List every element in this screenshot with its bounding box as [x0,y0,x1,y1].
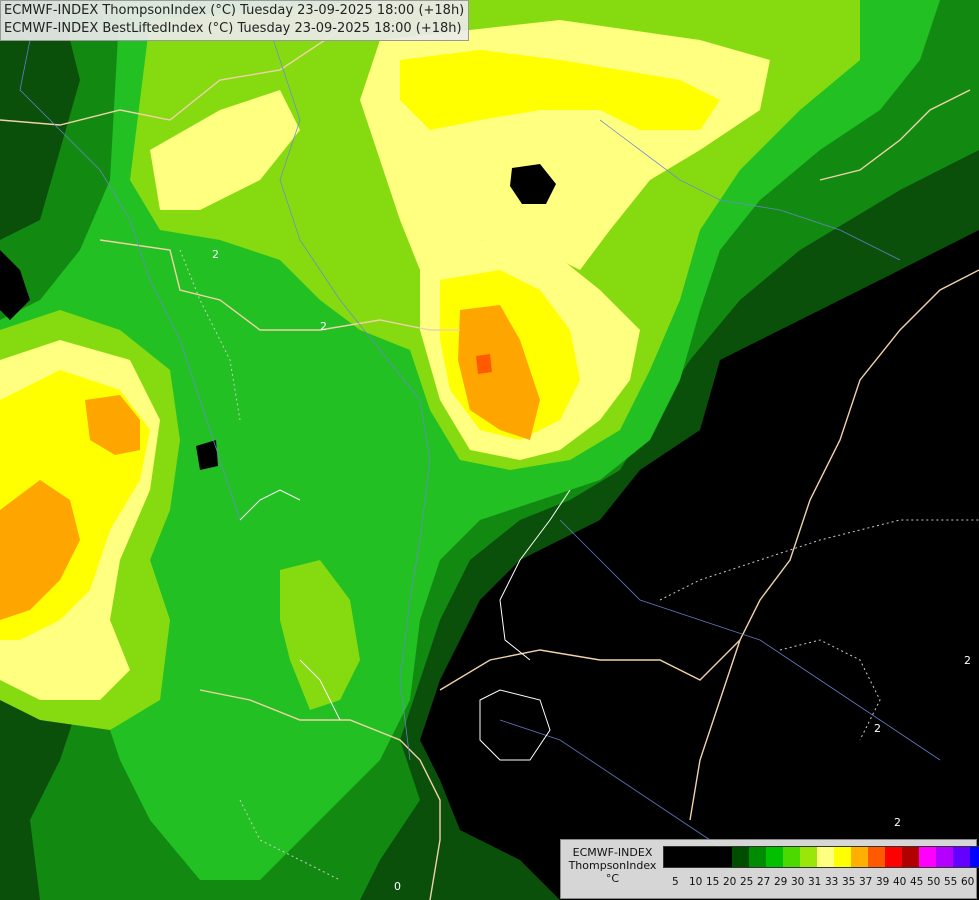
legend-tick: 5 [672,876,679,888]
contour-label: 2 [212,248,219,261]
contour-label: 2 [964,654,971,667]
legend-tick: 50 [927,876,941,888]
legend-tick: 25 [740,876,754,888]
legend-tick: 35 [842,876,856,888]
legend-tick: 37 [859,876,873,888]
legend-swatch [800,847,817,867]
legend-model: ECMWF-INDEX [572,846,653,859]
contour-label: 2 [320,320,327,333]
legend-tick: 40 [893,876,907,888]
legend-tick: 27 [757,876,771,888]
legend-tick: 31 [808,876,822,888]
legend-tick: 30 [791,876,805,888]
legend-swatch [936,847,953,867]
legend-parameter: ThompsonIndex [568,859,657,872]
legend-swatch [834,847,851,867]
legend-unit: °C [605,872,620,885]
legend-swatch [749,847,766,867]
legend-swatch [732,847,749,867]
legend-swatch [681,847,698,867]
legend-tick: 20 [723,876,737,888]
legend-tick: 29 [774,876,788,888]
legend-tick: 15 [706,876,720,888]
legend-tick: 60 [961,876,975,888]
legend-tick: 55 [944,876,958,888]
legend-swatch [919,847,936,867]
legend-swatch [715,847,732,867]
legend-tick: 33 [825,876,839,888]
thompson-index-map: 2 2 2 2 0 2 [0,0,979,900]
legend-tick: 45 [910,876,924,888]
legend-tick: 10 [689,876,703,888]
legend-swatch [970,847,979,867]
legend-swatch [902,847,919,867]
color-legend: ECMWF-INDEX ThompsonIndex °C 5 10 15 20 25 27… [560,839,979,899]
legend-tick: 39 [876,876,890,888]
legend-swatch [664,847,681,867]
legend-swatch [851,847,868,867]
red-orange-band [476,354,492,374]
legend-swatch [885,847,902,867]
legend-swatch [698,847,715,867]
header-line-thompson: ECMWF-INDEX ThompsonIndex (°C) Tuesday 2… [4,3,465,18]
legend-color-bar [663,846,979,868]
legend-swatch [783,847,800,867]
contour-label: 0 [394,880,401,893]
map-header: ECMWF-INDEX ThompsonIndex (°C) Tuesday 2… [0,0,470,41]
legend-swatch [766,847,783,867]
contour-label: 2 [894,816,901,829]
legend-swatch [953,847,970,867]
legend-swatch [817,847,834,867]
legend-swatch [868,847,885,867]
header-line-lifted: ECMWF-INDEX BestLiftedIndex (°C) Tuesday… [4,21,462,36]
legend-title: ECMWF-INDEX ThompsonIndex °C [565,846,660,885]
contour-label: 2 [874,722,881,735]
